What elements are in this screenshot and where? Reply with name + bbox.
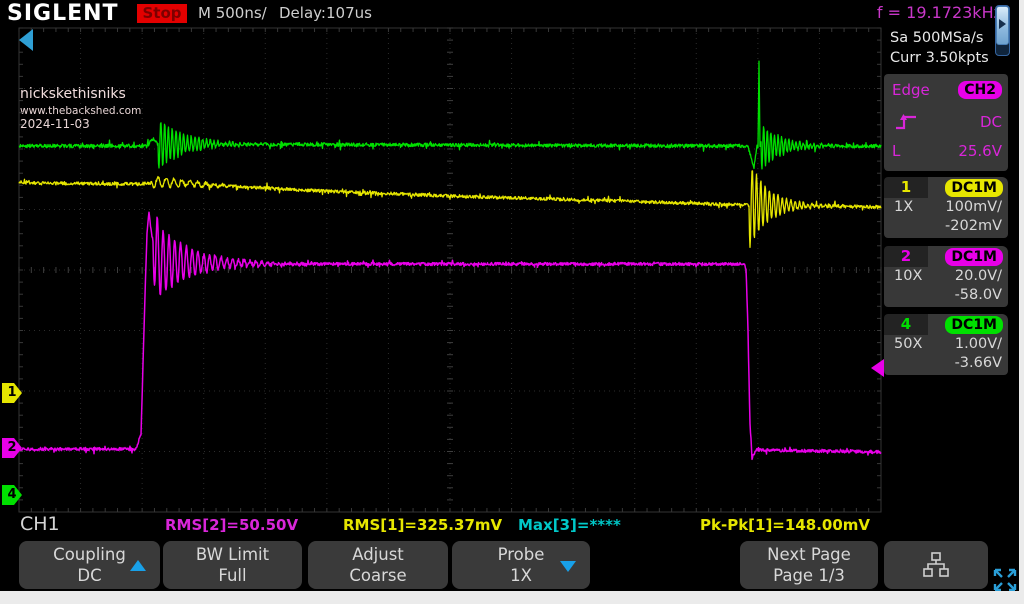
coupling-button-value: DC xyxy=(77,565,101,586)
rising-edge-icon xyxy=(892,111,920,133)
trigger-coupling: DC xyxy=(980,113,1002,131)
trigger-source-badge: CH2 xyxy=(958,81,1002,99)
window-frame-right xyxy=(1019,0,1024,604)
brand-logo: SIGLENT xyxy=(7,1,119,26)
next-page-button-title: Next Page xyxy=(767,544,851,565)
coupling-button[interactable]: Coupling DC xyxy=(19,541,160,589)
next-page-button[interactable]: Next Page Page 1/3 xyxy=(740,541,878,589)
channel-2-number: 2 xyxy=(884,246,928,267)
channel-1-offset: -202mV xyxy=(945,218,1002,234)
timebase-readout: M 500ns/ xyxy=(198,4,267,22)
channel-1-coupling-badge: DC1M xyxy=(945,179,1003,197)
run-state-badge[interactable]: Stop xyxy=(137,4,187,23)
measurement-max3: Max[3]=**** xyxy=(518,516,621,534)
channel-4-number: 4 xyxy=(884,314,928,335)
measurement-rms2: RMS[2]=50.50V xyxy=(165,516,298,534)
active-channel-label: CH1 xyxy=(20,513,60,535)
channel-2-scale: 20.0V/ xyxy=(955,268,1002,284)
channel-1-probe: 1X xyxy=(894,199,913,215)
lan-network-icon xyxy=(920,549,952,581)
channel-4-probe: 50X xyxy=(894,336,922,352)
sidebar-scrollbar-thumb[interactable] xyxy=(996,6,1009,45)
measurement-rms1: RMS[1]=325.37mV xyxy=(343,516,502,534)
channel-4-scale: 1.00V/ xyxy=(955,336,1002,352)
next-page-button-value: Page 1/3 xyxy=(773,565,845,586)
memory-depth: Curr 3.50kpts xyxy=(890,50,989,66)
channel-4-offset: -3.66V xyxy=(955,355,1002,371)
channel-4-box[interactable]: 4 DC1M 50X 1.00V/ -3.66V xyxy=(884,314,1008,375)
sample-rate: Sa 500MSa/s xyxy=(890,30,983,46)
channel-1-scale: 100mV/ xyxy=(945,199,1002,215)
waveform-plot xyxy=(0,0,1024,604)
adjust-button-title: Adjust xyxy=(352,544,404,565)
scrollbar-arrow-icon xyxy=(999,19,1006,29)
trigger-mode: Edge xyxy=(892,81,930,99)
channel-2-coupling-badge: DC1M xyxy=(945,248,1003,266)
channel-2-probe: 10X xyxy=(894,268,922,284)
measurement-pkpk1: Pk-Pk[1]=148.00mV xyxy=(700,516,870,534)
oscilloscope-screen: nickskethisniks www.thebackshed.com 2024… xyxy=(0,0,1024,604)
coupling-button-title: Coupling xyxy=(53,544,126,565)
trigger-panel[interactable]: Edge CH2 DC L 25.6V xyxy=(884,74,1008,171)
down-arrow-icon xyxy=(560,561,576,572)
channel-2-offset: -58.0V xyxy=(955,287,1002,303)
frequency-counter: f = 19.1723kHz xyxy=(877,3,1002,22)
trigger-level-value: 25.6V xyxy=(958,142,1002,160)
channel-4-coupling-badge: DC1M xyxy=(945,316,1003,334)
adjust-button-value: Coarse xyxy=(349,565,406,586)
bw-limit-button-title: BW Limit xyxy=(196,544,269,565)
probe-button-title: Probe xyxy=(498,544,545,565)
probe-button-value: 1X xyxy=(510,565,532,586)
bw-limit-button-value: Full xyxy=(218,565,246,586)
channel-1-number: 1 xyxy=(884,177,928,198)
channel-1-box[interactable]: 1 DC1M 1X 100mV/ -202mV xyxy=(884,177,1008,238)
status-icon-box xyxy=(884,541,988,589)
window-frame-bottom xyxy=(0,591,1024,604)
adjust-button[interactable]: Adjust Coarse xyxy=(308,541,448,589)
delay-readout: Delay:107us xyxy=(279,4,372,22)
bw-limit-button[interactable]: BW Limit Full xyxy=(163,541,302,589)
expand-fullscreen-icon[interactable] xyxy=(991,566,1019,594)
probe-button[interactable]: Probe 1X xyxy=(452,541,590,589)
channel-2-box[interactable]: 2 DC1M 10X 20.0V/ -58.0V xyxy=(884,246,1008,307)
trigger-level-label: L xyxy=(892,142,900,160)
up-arrow-icon xyxy=(130,560,146,571)
